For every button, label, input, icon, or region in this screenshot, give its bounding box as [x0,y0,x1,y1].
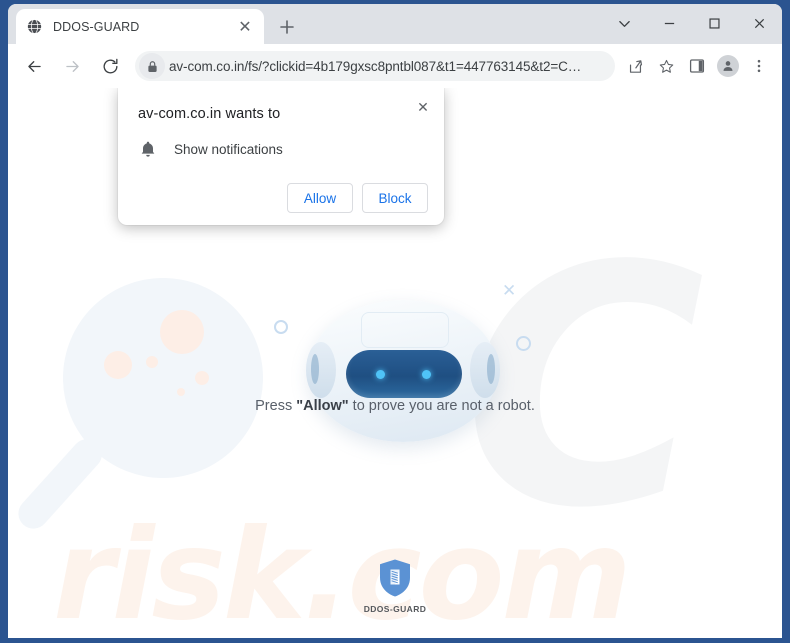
window-controls [602,4,782,42]
dialog-actions: Allow Block [138,183,428,213]
shield-icon [380,559,410,597]
lens-dot-decoration [104,351,132,379]
lens-dot-decoration [195,371,209,385]
allow-button[interactable]: Allow [287,183,353,213]
browser-toolbar: av-com.co.in/fs/?clickid=4b179gxsc8pntbl… [8,44,782,88]
dialog-title: av-com.co.in wants to [138,106,281,122]
notification-permission-dialog: ✕ av-com.co.in wants to Show notificatio… [118,88,444,225]
circle-decoration [274,320,288,334]
plus-icon [280,20,294,34]
robot-ear-right [470,342,500,398]
reload-button[interactable] [95,51,125,81]
footer-logo-label: DDOS-GUARD [363,604,427,614]
url-text: av-com.co.in/fs/?clickid=4b179gxsc8pntbl… [169,58,582,74]
instruction-text: Press "Allow" to prove you are not a rob… [8,398,782,414]
address-bar[interactable]: av-com.co.in/fs/?clickid=4b179gxsc8pntbl… [135,51,615,81]
circle-decoration [516,336,531,351]
back-arrow-icon [27,60,41,72]
permission-row: Show notifications [138,139,428,159]
robot-brow [361,312,449,348]
star-icon [659,59,673,73]
chevron-down-icon [619,20,630,27]
lock-icon[interactable] [139,53,165,79]
minimize-button[interactable] [647,6,692,40]
reload-icon [103,58,118,73]
instruction-suffix: to prove you are not a robot. [348,398,535,414]
browser-window: DDOS-GUARD ✕ av-com.co.in/fs/?clickid=4b… [8,4,782,638]
page-viewport: C risk.com ✕ Press "Allow" to prove you … [8,88,782,638]
lens-dot-decoration [177,388,185,396]
side-panel-icon [689,59,705,73]
close-icon [754,18,765,28]
maximize-icon [709,17,720,29]
lens-dot-decoration [160,310,204,354]
share-button[interactable] [621,52,649,80]
close-icon[interactable]: ✕ [236,18,254,36]
profile-avatar-icon [717,55,739,77]
instruction-strong: "Allow" [296,398,349,414]
tab-search-button[interactable] [602,6,647,40]
close-icon[interactable]: ✕ [412,96,434,118]
profile-button[interactable] [714,52,742,80]
three-dot-menu-icon [757,59,761,73]
robot-head [306,300,500,442]
minimize-icon [664,22,675,24]
maximize-button[interactable] [692,6,737,40]
bookmark-button[interactable] [652,52,680,80]
robot-ear-left [306,342,336,398]
permission-label: Show notifications [174,141,283,157]
share-icon [629,59,642,73]
block-button[interactable]: Block [362,183,428,213]
globe-icon [26,18,43,35]
robot-visor [346,350,462,398]
tab-strip: DDOS-GUARD ✕ [8,4,782,44]
robot-eye-right [422,370,431,379]
browser-tab[interactable]: DDOS-GUARD ✕ [16,9,264,44]
back-button[interactable] [19,51,49,81]
browser-window-frame: DDOS-GUARD ✕ av-com.co.in/fs/?clickid=4b… [0,0,790,643]
instruction-prefix: Press [255,398,297,414]
footer-logo: DDOS-GUARD [8,558,782,614]
side-panel-button[interactable] [683,52,711,80]
lens-dot-decoration [146,356,158,368]
x-decoration: ✕ [502,281,517,300]
new-tab-button[interactable] [274,14,300,40]
robot-eye-left [376,370,385,379]
close-window-button[interactable] [737,6,782,40]
bell-icon [138,139,158,159]
tab-title: DDOS-GUARD [53,19,140,34]
forward-arrow-icon [65,60,79,72]
browser-menu-button[interactable] [745,52,773,80]
forward-button[interactable] [57,51,87,81]
robot-mascot [298,300,508,450]
